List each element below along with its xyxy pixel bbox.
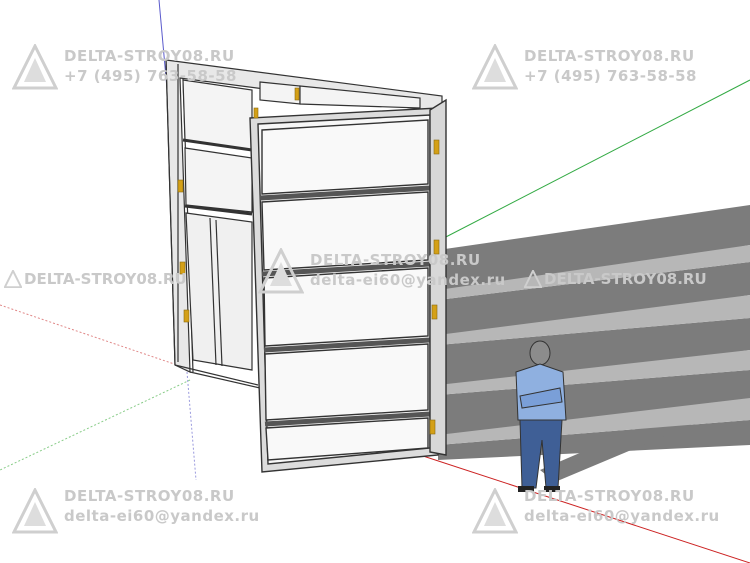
watermark-phone: +7 (495) 763-58-58 xyxy=(64,67,237,85)
watermark-site: DELTA-STROY08.RU xyxy=(310,251,481,269)
sketchup-viewport: DELTA-STROY08.RU +7 (495) 763-58-58 DELT… xyxy=(0,0,750,563)
watermark-site: DELTA-STROY08.RU xyxy=(64,487,235,505)
blue-axis-dotted xyxy=(185,359,197,481)
watermark-mid-left: DELTA-STROY08.RU xyxy=(24,270,187,288)
watermark-mid-right: DELTA-STROY08.RU xyxy=(544,270,707,288)
watermark-bottom-right: DELTA-STROY08.RU delta-ei60@yandex.ru xyxy=(524,486,720,526)
watermark-site: DELTA-STROY08.RU xyxy=(64,47,235,65)
delta-triangle-icon xyxy=(524,270,542,288)
watermark-top-left: DELTA-STROY08.RU +7 (495) 763-58-58 xyxy=(64,46,237,86)
delta-triangle-icon xyxy=(12,488,58,534)
red-axis-dotted xyxy=(0,304,187,369)
watermark-email: delta-ei60@yandex.ru xyxy=(524,507,720,525)
watermark-email: delta-ei60@yandex.ru xyxy=(64,507,260,525)
delta-triangle-icon xyxy=(472,488,518,534)
watermark-top-right: DELTA-STROY08.RU +7 (495) 763-58-58 xyxy=(524,46,697,86)
watermark-site: DELTA-STROY08.RU xyxy=(524,487,695,505)
delta-triangle-icon xyxy=(472,44,518,90)
green-axis-dotted xyxy=(0,379,191,471)
watermark-email: delta-ei60@yandex.ru xyxy=(310,271,506,289)
delta-triangle-icon xyxy=(4,270,22,288)
watermark-phone: +7 (495) 763-58-58 xyxy=(524,67,697,85)
delta-triangle-icon xyxy=(12,44,58,90)
delta-triangle-icon xyxy=(258,248,304,294)
watermark-center: DELTA-STROY08.RU delta-ei60@yandex.ru xyxy=(310,250,506,290)
watermark-site: DELTA-STROY08.RU xyxy=(524,47,695,65)
watermark-bottom-left: DELTA-STROY08.RU delta-ei60@yandex.ru xyxy=(64,486,260,526)
